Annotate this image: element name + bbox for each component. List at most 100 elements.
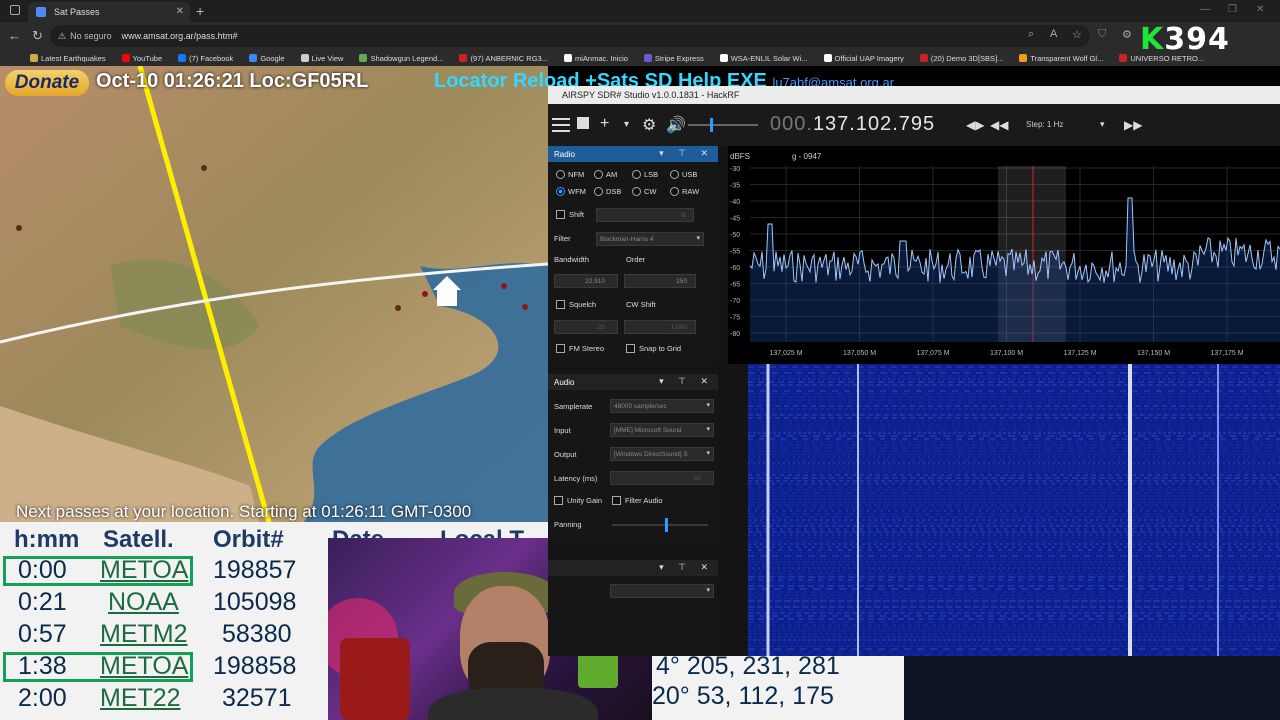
bookmark-item[interactable]: (20) Demo 3D[SBS]... [919,54,1003,63]
reload-icon[interactable]: ↻ [32,28,43,44]
close-tab-icon[interactable]: ✕ [176,6,184,17]
panning-thumb[interactable] [664,518,668,532]
bookmark-item[interactable]: (7) Facebook [178,54,233,63]
snap-grid-checkbox[interactable]: Snap to Grid [626,344,681,353]
add-icon[interactable]: + [600,115,609,133]
filter-audio-checkbox[interactable]: Filter Audio [612,496,663,505]
maximize-icon[interactable]: ❐ [1228,4,1237,15]
new-tab-icon[interactable]: + [196,3,204,19]
bookmark-item[interactable]: Live View [300,54,343,63]
mode-raw[interactable]: RAW [670,187,699,196]
audio-panel-header[interactable]: Audio ▾ ⊤ ✕ [548,374,718,390]
person-body [428,688,598,720]
satellite-map[interactable] [0,66,548,526]
mode-cw[interactable]: CW [632,187,657,196]
stop-icon[interactable] [577,117,589,129]
bookmark-item[interactable]: Shadowgun Legend... [359,54,443,63]
minimize-icon[interactable]: — [1200,4,1210,15]
squelch-checkbox[interactable]: Squelch [556,300,596,309]
samplerate-select[interactable]: 48000 sample/sec ▾ [610,399,714,413]
cell-satellite-link[interactable]: METOA [100,556,188,585]
volume-slider[interactable] [688,118,758,132]
mode-usb[interactable]: USB [670,170,697,179]
mode-dsb[interactable]: DSB [594,187,621,196]
tab-sat-passes[interactable]: Sat Passes ✕ [28,2,190,22]
bookmark-item[interactable]: Transparent Wolf Gl... [1019,54,1103,63]
bookmark-favicon-icon [563,54,572,62]
panel-controls[interactable]: ▾ ⊤ ✕ [659,562,714,573]
radio-panel-header[interactable]: Radio ▾ ⊤ ✕ [548,146,718,162]
waterfall-display[interactable] [748,363,1280,656]
panel-controls[interactable]: ▾ ⊤ ✕ [659,148,714,159]
shift-checkbox[interactable]: Shift [556,210,584,219]
bookmark-item[interactable]: Stripe Express [643,54,704,63]
volume-icon[interactable]: 🔊 [666,115,686,135]
spectrum-y-tick: -30 [730,166,740,173]
cw-shift-input[interactable]: 1,000 [624,320,696,334]
bookmark-favicon-icon [643,54,652,62]
squelch-input[interactable]: 20 [554,320,618,334]
bookmark-item[interactable]: Google [249,54,285,63]
fm-stereo-checkbox[interactable]: FM Stereo [556,344,604,353]
window-close-icon[interactable]: ✕ [1256,4,1264,15]
volume-thumb[interactable] [710,118,713,132]
gear-icon[interactable]: ⚙ [642,115,656,135]
bookmark-item[interactable]: UNIVERSO RETRO... [1119,54,1204,63]
bookmark-item[interactable]: YouTube [121,54,162,63]
filter-select[interactable]: Blackman-Harris 4 ▾ [596,232,704,246]
cell-satellite-link[interactable]: MET22 [100,684,181,713]
bookmark-item[interactable]: miAnmac. Inicio [563,54,628,63]
panel-controls[interactable]: ▾ ⊤ ✕ [659,376,714,387]
mode-wfm[interactable]: WFM [556,187,586,196]
mode-lsb[interactable]: LSB [632,170,658,179]
step-dropdown-icon[interactable]: ▾ [1100,119,1105,130]
cell-satellite-link[interactable]: NOAA [108,588,179,617]
tune-play-icon[interactable]: ◀▶ [966,118,984,132]
cell-orbit: 58380 [222,620,292,648]
bandwidth-input[interactable]: 22,910 [554,274,618,288]
hamburger-menu-icon[interactable] [552,118,570,132]
mode-am[interactable]: AM [594,170,617,179]
spectrum-x-tick: 137,050 M [843,350,876,357]
shield-extension-icon[interactable]: ⛉ [1098,28,1106,41]
bookmark-item[interactable]: WSA-ENLIL Solar Wi... [719,54,808,63]
spectrum-x-tick: 137,100 M [990,350,1023,357]
order-input[interactable]: 250 [624,274,696,288]
address-bar[interactable]: ⚠ No seguro www.amsat.org.ar/pass.htm# [50,25,1090,47]
mode-nfm[interactable]: NFM [556,170,584,179]
translate-icon[interactable]: A [1050,28,1057,40]
bookmark-item[interactable]: Latest Earthquakes [30,54,106,63]
donate-button[interactable]: Donate [5,70,89,96]
city-dot [16,225,22,231]
frequency-display[interactable]: 000.137.102.795 [770,113,935,136]
back-icon[interactable]: ← [8,28,21,43]
panning-slider[interactable] [612,518,708,532]
bookmark-item[interactable]: (97) ANBERNIC RG3... [459,54,548,63]
output-select[interactable]: [Windows DirectSound] S ▾ [610,447,714,461]
bookmark-label: Transparent Wolf Gl... [1030,53,1104,63]
step-select[interactable]: Step: 1 Hz [1026,120,1063,129]
sdr-title-bar[interactable]: AIRSPY SDR# Studio v1.0.0.1831 - HackRF [548,86,1280,104]
spectrum-analyzer[interactable]: dBFS g - 0947 -30 -35 -40 -45 -50 -55 -60 -65 -7… [728,146,1280,364]
unity-gain-checkbox[interactable]: Unity Gain [554,496,602,505]
tab-search-icon[interactable] [10,5,20,15]
shift-input[interactable]: 0 [596,208,694,222]
dropdown-icon[interactable]: ▾ [624,119,629,130]
waterfall-bg [748,364,1280,656]
bookmark-label: (97) ANBERNIC RG3... [470,53,548,63]
bookmark-star-icon[interactable]: ☆ [1072,28,1082,41]
cell-satellite-link[interactable]: METM2 [100,620,188,649]
bookmark-item[interactable]: Official UAP Imagery [823,54,904,63]
zoom-icon[interactable]: ⌕ [1028,28,1034,41]
input-select[interactable]: [MME] Microsoft Sound ▾ [610,423,714,437]
extension-icon[interactable]: ⚙ [1122,28,1132,41]
cell-satellite-link[interactable]: METOA [100,652,188,681]
fast-forward-icon[interactable]: ▶▶ [1124,118,1142,132]
rewind-icon[interactable]: ◀◀ [990,118,1008,132]
collapsed-panel-header[interactable]: ▾ ⊤ ✕ [548,560,718,576]
spectrum-x-tick: 137,075 M [916,350,949,357]
collapsed-panel-select[interactable]: ▾ [610,584,714,598]
latency-input[interactable]: 50 [610,471,714,485]
spectrum-x-tick: 137,175 M [1210,350,1243,357]
bookmark-favicon-icon [1119,54,1128,62]
